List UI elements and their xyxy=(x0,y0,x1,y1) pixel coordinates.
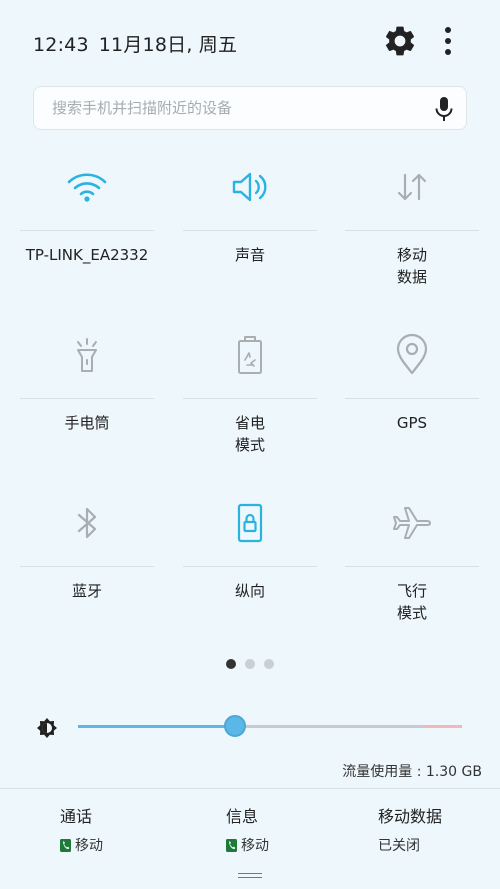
tile-label: 蓝牙 xyxy=(71,582,102,600)
tile-mobile-data[interactable]: 移动 数据 xyxy=(345,154,479,322)
sim-card-icon xyxy=(226,838,237,852)
status-bar: 12:43 11月18日, 周五 xyxy=(0,0,500,86)
tile-battery-saver[interactable]: 省电 模式 xyxy=(183,322,317,490)
sim-messages-carrier: 移动 xyxy=(241,838,269,854)
tile-wifi[interactable]: TP-LINK_EA2332 xyxy=(20,154,154,322)
sim-mobile-data-title: 移动数据 xyxy=(378,807,443,826)
sim-calls[interactable]: 通话 移动 xyxy=(60,803,210,855)
battery-saver-icon xyxy=(238,336,262,374)
tile-label: 移动 数据 xyxy=(396,246,427,286)
portrait-lock-icon xyxy=(237,503,263,543)
gear-icon xyxy=(385,26,415,56)
tile-divider xyxy=(20,230,154,231)
tile-label: 声音 xyxy=(234,246,265,264)
voice-search-button[interactable] xyxy=(432,96,456,122)
tile-divider xyxy=(345,230,479,231)
more-vertical-icon xyxy=(445,27,451,55)
sim-calls-carrier: 移动 xyxy=(75,838,103,854)
speaker-icon xyxy=(232,172,267,202)
tile-label: 手电筒 xyxy=(64,414,110,432)
wifi-icon xyxy=(67,173,107,202)
location-icon xyxy=(396,333,428,375)
brightness-track-end xyxy=(424,725,462,728)
tile-divider xyxy=(345,398,479,399)
tile-label: 飞行 模式 xyxy=(396,582,427,622)
airplane-icon xyxy=(393,507,431,539)
more-options-button[interactable] xyxy=(436,24,460,58)
brightness-track-rest xyxy=(235,725,424,728)
mobile-data-icon xyxy=(397,173,427,201)
tile-gps[interactable]: GPS xyxy=(345,322,479,490)
sim-mobile-data[interactable]: 移动数据 已关闭 xyxy=(378,803,500,855)
clock: 12:43 xyxy=(33,34,89,56)
tile-divider xyxy=(20,398,154,399)
search-bar xyxy=(33,86,467,130)
sim-calls-title: 通话 xyxy=(60,807,93,826)
datetime: 12:43 11月18日, 周五 xyxy=(33,30,247,57)
tile-label: 纵向 xyxy=(234,582,265,600)
sim-messages-title: 信息 xyxy=(226,807,259,826)
brightness-slider[interactable] xyxy=(78,715,462,737)
tile-divider xyxy=(183,566,317,567)
search-input[interactable] xyxy=(52,87,412,129)
panel-drag-handle[interactable] xyxy=(238,873,262,878)
data-usage-label: 流量使用量 : 1.30 GB xyxy=(342,764,482,780)
tile-airplane-mode[interactable]: 飞行 模式 xyxy=(345,490,479,658)
page-indicator xyxy=(224,659,278,671)
tile-portrait[interactable]: 纵向 xyxy=(183,490,317,658)
microphone-icon xyxy=(435,97,453,121)
tile-bluetooth[interactable]: 蓝牙 xyxy=(20,490,154,658)
tile-label: GPS xyxy=(396,414,428,432)
tile-label: 省电 模式 xyxy=(234,414,265,454)
page-dot-2[interactable] xyxy=(245,659,255,669)
sim-card-icon xyxy=(60,838,71,852)
tile-flashlight[interactable]: 手电筒 xyxy=(20,322,154,490)
brightness-icon xyxy=(37,718,57,738)
bluetooth-icon xyxy=(77,507,97,539)
brightness-thumb[interactable] xyxy=(224,715,246,737)
tile-divider xyxy=(183,398,317,399)
sim-mobile-data-status: 已关闭 xyxy=(378,838,420,854)
date: 11月18日, 周五 xyxy=(98,34,238,56)
tile-sound[interactable]: 声音 xyxy=(183,154,317,322)
tile-divider xyxy=(345,566,479,567)
sim-messages[interactable]: 信息 移动 xyxy=(226,803,376,855)
brightness-fill xyxy=(78,725,235,728)
tile-divider xyxy=(20,566,154,567)
flashlight-icon xyxy=(77,338,97,372)
page-dot-3[interactable] xyxy=(264,659,274,669)
tile-label: TP-LINK_EA2332 xyxy=(25,246,149,264)
tile-divider xyxy=(183,230,317,231)
page-dot-1[interactable] xyxy=(226,659,236,669)
settings-button[interactable] xyxy=(382,23,418,59)
